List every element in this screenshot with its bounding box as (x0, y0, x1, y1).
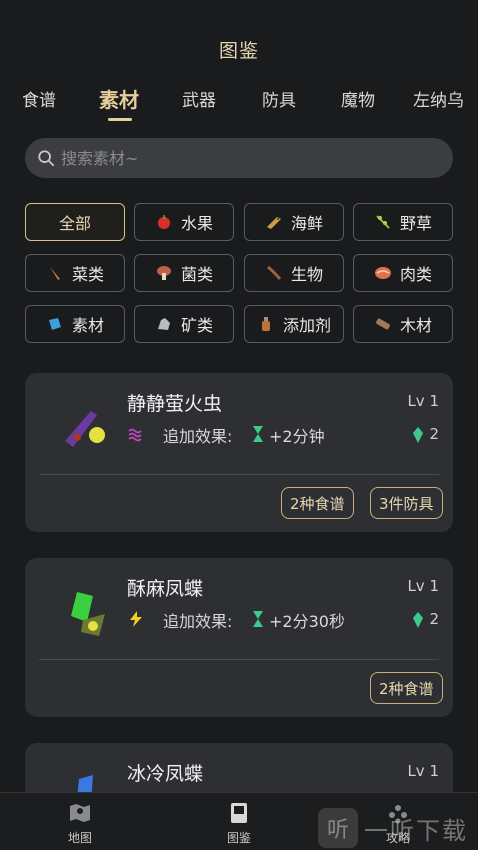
filter-label: 木材 (399, 316, 432, 335)
tab-monsters[interactable]: 魔物 (341, 86, 375, 111)
herb-icon (376, 215, 390, 229)
page-title: 图鉴 (218, 40, 259, 62)
material-card[interactable]: 静静萤火虫 Lv 1 追加效果: +2分钟 2 2种食谱 3件防具 (25, 373, 453, 532)
search-input[interactable] (61, 148, 421, 168)
filter-vegetable[interactable]: 菜类 (25, 254, 125, 292)
search-icon (38, 150, 55, 167)
material-level: Lv 1 (407, 762, 439, 780)
gem-value: 2 (429, 425, 439, 443)
filter-label: 矿类 (180, 316, 213, 335)
mushroom-icon (156, 266, 171, 280)
hourglass-icon (253, 426, 263, 442)
filter-label: 肉类 (399, 265, 432, 284)
tab-weapons[interactable]: 武器 (182, 86, 216, 111)
filter-label: 野草 (399, 214, 432, 233)
map-icon (70, 804, 90, 822)
stealth-icon (128, 428, 142, 442)
recipe-count-tag[interactable]: 2种食谱 (370, 672, 443, 704)
filter-label: 海鲜 (290, 214, 323, 233)
lizard-icon (267, 265, 282, 280)
recipe-count-tag[interactable]: 2种食谱 (281, 487, 354, 519)
filter-all[interactable]: 全部 (25, 203, 125, 241)
gem-icon (413, 427, 423, 443)
filter-wood[interactable]: 木材 (353, 305, 453, 343)
apple-icon (157, 215, 170, 229)
watermark-badge: 听 (318, 808, 358, 848)
filter-label: 全部 (58, 214, 91, 233)
filter-seafood[interactable]: 海鲜 (244, 203, 344, 241)
active-tab-indicator (108, 118, 132, 121)
tab-armor[interactable]: 防具 (262, 86, 296, 111)
effect-value: +2分钟 (269, 427, 325, 446)
filter-ore[interactable]: 矿类 (134, 305, 234, 343)
material-name: 冰冷凤蝶 (127, 763, 204, 785)
search-bar[interactable] (25, 138, 453, 178)
filter-label: 添加剂 (282, 316, 331, 335)
filter-label: 菌类 (180, 265, 213, 284)
watermark-text: 一听下载 (364, 816, 468, 845)
hourglass-icon (253, 611, 263, 627)
firefly-icon (65, 411, 105, 447)
wood-icon (376, 318, 390, 330)
nav-label: 地图 (67, 831, 92, 845)
filter-material[interactable]: 素材 (25, 305, 125, 343)
filter-fruit[interactable]: 水果 (134, 203, 234, 241)
material-name: 酥麻凤蝶 (127, 578, 204, 600)
filter-label: 生物 (290, 265, 323, 284)
ore-icon (157, 318, 170, 330)
carrot-icon (49, 267, 60, 280)
material-icon (48, 318, 61, 330)
filter-label: 菜类 (71, 265, 104, 284)
category-tabs: 食谱 素材 武器 防具 魔物 左纳乌 (0, 86, 478, 126)
butterfly-icon (71, 592, 105, 636)
material-card[interactable]: 酥麻凤蝶 Lv 1 追加效果: +2分30秒 2 2种食谱 (25, 558, 453, 717)
filter-creature[interactable]: 生物 (244, 254, 344, 292)
electric-icon (130, 611, 142, 627)
material-level: Lv 1 (407, 577, 439, 595)
gem-icon (413, 612, 423, 628)
tab-materials[interactable]: 素材 (99, 84, 139, 113)
filter-label: 水果 (180, 214, 213, 233)
meat-icon (374, 267, 391, 279)
filter-additive[interactable]: 添加剂 (244, 305, 344, 343)
filter-mushroom[interactable]: 菌类 (134, 254, 234, 292)
nav-label: 图鉴 (226, 831, 251, 845)
fish-icon (266, 217, 281, 229)
effect-label: 追加效果: (163, 427, 233, 446)
book-icon (231, 803, 247, 823)
material-level: Lv 1 (407, 392, 439, 410)
nav-map[interactable]: 地图 (50, 801, 110, 846)
effect-label: 追加效果: (163, 612, 233, 631)
filter-herb[interactable]: 野草 (353, 203, 453, 241)
nav-encyclopedia[interactable]: 图鉴 (209, 801, 269, 846)
tab-recipes[interactable]: 食谱 (22, 86, 56, 111)
gem-value: 2 (429, 610, 439, 628)
material-name: 静静萤火虫 (127, 393, 223, 415)
tab-zonai[interactable]: 左纳乌 (413, 86, 464, 111)
armor-count-tag[interactable]: 3件防具 (370, 487, 443, 519)
card-divider (39, 659, 439, 660)
watermark: 听 一听下载 (318, 808, 468, 848)
filter-meat[interactable]: 肉类 (353, 254, 453, 292)
card-divider (39, 474, 439, 475)
effect-value: +2分30秒 (269, 612, 345, 631)
filter-label: 素材 (71, 316, 104, 335)
bottle-icon (261, 317, 270, 331)
